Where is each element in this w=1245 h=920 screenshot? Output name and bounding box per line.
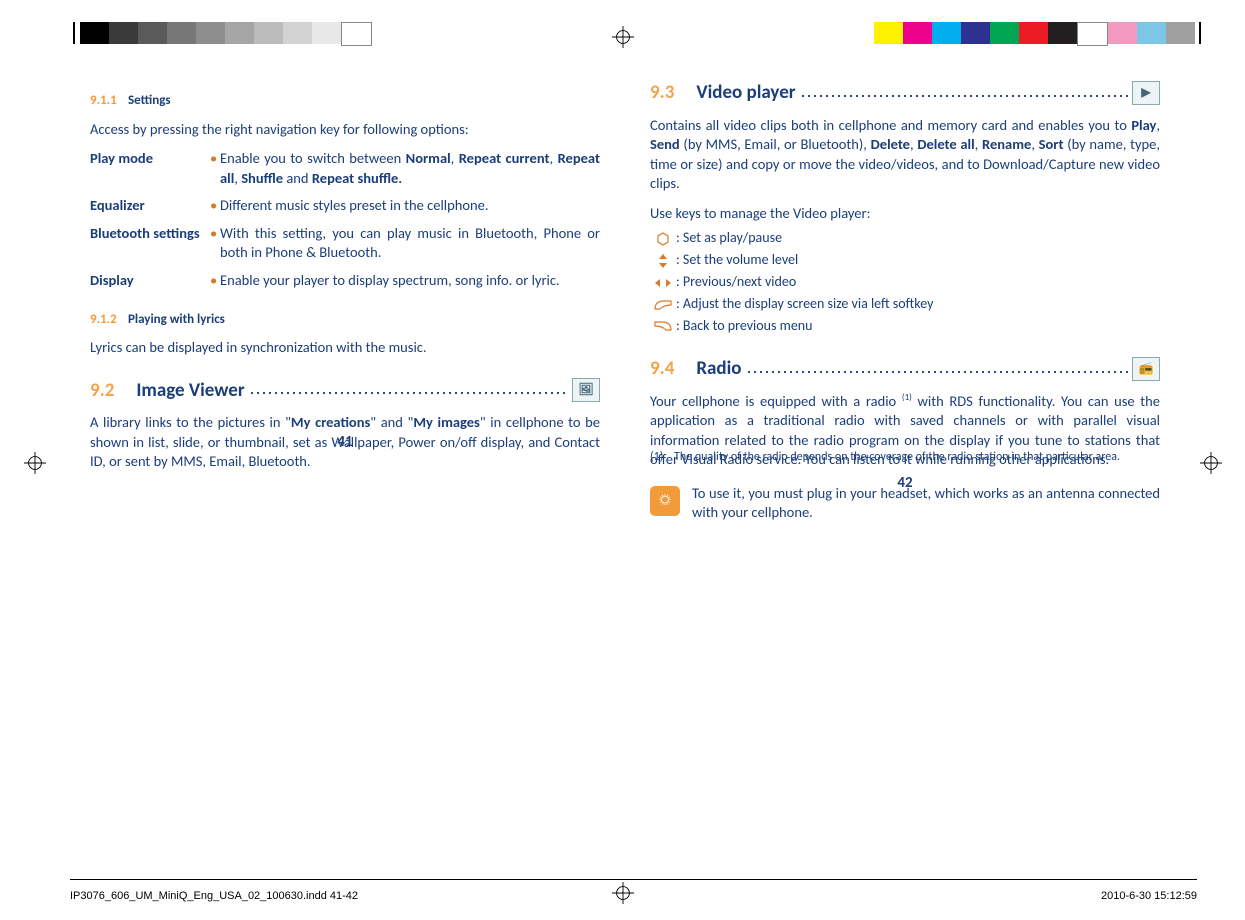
- option-key: Equalizer: [90, 196, 210, 216]
- section-94-heading: 9.4 Radio 📻: [650, 356, 1160, 382]
- video-key-text: : Set as play/pause: [676, 229, 1160, 248]
- video-key-row: : Set as play/pause: [650, 229, 1160, 248]
- grayscale-colorbar: [80, 22, 372, 44]
- updown-key-icon: [650, 253, 676, 269]
- video-keys-list: : Set as play/pause : Set the volume leve…: [650, 229, 1160, 335]
- registration-mark-icon: [1200, 452, 1222, 474]
- subsection-title: Settings: [128, 93, 171, 108]
- video-key-row: : Adjust the display screen size via lef…: [650, 295, 1160, 314]
- option-value: With this setting, you can play music in…: [210, 224, 600, 263]
- dot-leader: [249, 381, 568, 400]
- subsection-912-heading: 9.1.2 Playing with lyrics: [90, 309, 600, 329]
- video-key-text: : Back to previous menu: [676, 317, 1160, 336]
- section-title: Video player: [696, 80, 795, 106]
- footer-filename: IP3076_606_UM_MiniQ_Eng_USA_02_100630.in…: [70, 890, 358, 902]
- video-key-row: : Set the volume level: [650, 251, 1160, 270]
- page-number: 42: [650, 473, 1160, 493]
- subsection-number: 9.1.2: [90, 312, 117, 327]
- subsection-title: Playing with lyrics: [128, 312, 225, 327]
- dot-leader: [746, 359, 1129, 378]
- option-value: Different music styles preset in the cel…: [210, 196, 600, 216]
- hex-key-icon: [650, 232, 676, 246]
- trim-mark: [1199, 22, 1201, 44]
- option-key: Bluetooth settings: [90, 224, 210, 263]
- page-number: 41: [90, 432, 600, 452]
- dot-leader: [800, 83, 1128, 102]
- page-41: 9.1.1 Settings Access by pressing the ri…: [90, 80, 600, 482]
- rsk-key-icon: [650, 320, 676, 332]
- image-viewer-icon: 🖼: [572, 378, 600, 402]
- video-player-icon: ▶: [1132, 81, 1160, 105]
- video-key-row: : Previous/next video: [650, 273, 1160, 292]
- option-key: Display: [90, 271, 210, 291]
- color-colorbar: [874, 22, 1195, 44]
- section-number: 9.2: [90, 378, 114, 404]
- trim-mark: [73, 22, 75, 44]
- footer-timestamp: 2010-6-30 15:12:59: [1101, 890, 1197, 902]
- section-title: Radio: [696, 356, 741, 382]
- option-key: Play mode: [90, 149, 210, 188]
- video-key-text: : Previous/next video: [676, 273, 1160, 292]
- section-number: 9.3: [650, 80, 674, 106]
- section-92-heading: 9.2 Image Viewer 🖼: [90, 378, 600, 404]
- settings-options-list: Play modeEnable you to switch between No…: [90, 149, 600, 290]
- section-title: Image Viewer: [136, 378, 244, 404]
- settings-option-row: EqualizerDifferent music styles preset i…: [90, 196, 600, 216]
- subsection-911-heading: 9.1.1 Settings: [90, 90, 600, 110]
- section-93-heading: 9.3 Video player ▶: [650, 80, 1160, 106]
- section-93-body: Contains all video clips both in cellpho…: [650, 116, 1160, 194]
- imposition-footer: IP3076_606_UM_MiniQ_Eng_USA_02_100630.in…: [70, 879, 1197, 908]
- option-value: Enable your player to display spectrum, …: [210, 271, 600, 291]
- radio-icon: 📻: [1132, 357, 1160, 381]
- footnote-text: The quality of the radio depends on the …: [674, 449, 1144, 465]
- settings-option-row: DisplayEnable your player to display spe…: [90, 271, 600, 291]
- subsection-911-intro: Access by pressing the right navigation …: [90, 120, 600, 140]
- video-key-text: : Set the volume level: [676, 251, 1160, 270]
- video-key-row: : Back to previous menu: [650, 317, 1160, 336]
- lsk-key-icon: [650, 299, 676, 311]
- subsection-number: 9.1.1: [90, 93, 117, 108]
- subsection-912-body: Lyrics can be displayed in synchronizati…: [90, 338, 600, 358]
- lr-key-icon: [650, 277, 676, 289]
- option-value: Enable you to switch between Normal, Rep…: [210, 149, 600, 188]
- video-keys-intro: Use keys to manage the Video player:: [650, 204, 1160, 224]
- registration-mark-icon: [24, 452, 46, 474]
- page-42: 9.3 Video player ▶ Contains all video cl…: [650, 80, 1160, 523]
- section-number: 9.4: [650, 356, 674, 382]
- settings-option-row: Play modeEnable you to switch between No…: [90, 149, 600, 188]
- video-key-text: : Adjust the display screen size via lef…: [676, 295, 1160, 314]
- footnote-marker: (1): [650, 449, 674, 465]
- footnote: (1) The quality of the radio depends on …: [650, 449, 1144, 465]
- settings-option-row: Bluetooth settingsWith this setting, you…: [90, 224, 600, 263]
- registration-mark-icon: [612, 26, 634, 48]
